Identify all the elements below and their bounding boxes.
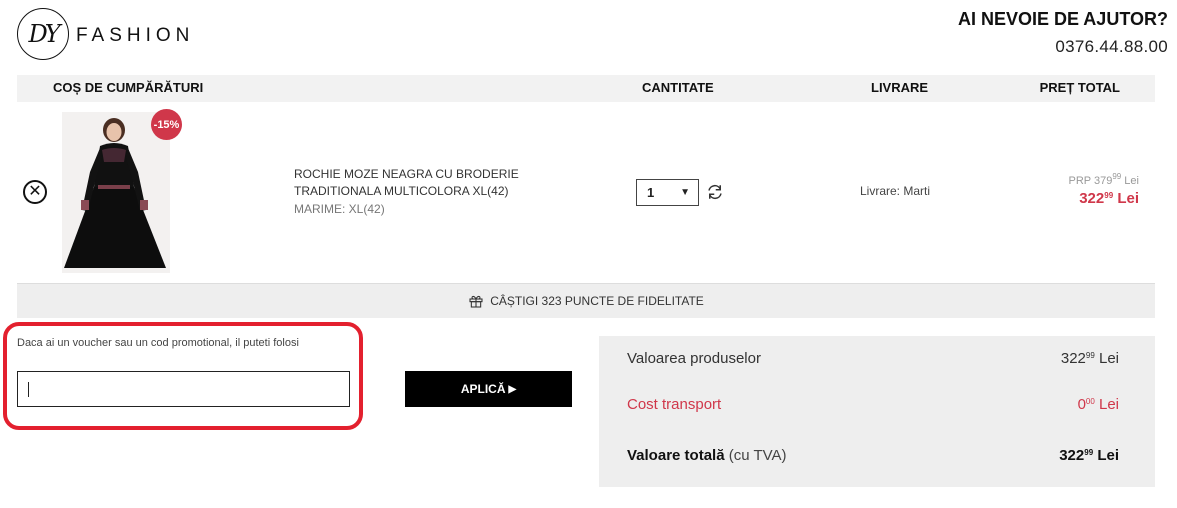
summary-transport-label: Cost transport — [627, 396, 722, 413]
caret-down-icon: ▼ — [680, 187, 690, 198]
refresh-icon[interactable] — [706, 183, 724, 201]
quantity-value: 1 — [647, 185, 655, 200]
text-cursor — [28, 382, 29, 397]
col-cart: COȘ DE CUMPĂRĂTURI — [53, 80, 204, 95]
gift-icon — [469, 295, 483, 308]
help-title: AI NEVOIE DE AJUTOR? — [957, 9, 1168, 29]
voucher-label: Daca ai un voucher sau un cod promotiona… — [17, 337, 299, 349]
summary-total-label: Valoare totală (cu TVA) — [627, 447, 787, 464]
logo-text[interactable]: FASHION — [76, 25, 194, 47]
col-total-price: PREȚ TOTAL — [1039, 80, 1120, 95]
quantity-select[interactable]: 1 ▼ — [636, 179, 699, 206]
caret-right-icon: ▶ — [508, 383, 517, 395]
col-delivery: LIVRARE — [871, 80, 929, 95]
loyalty-points-bar: CÂȘTIGI 323 PUNCTE DE FIDELITATE — [17, 283, 1155, 318]
summary-transport-value: 000 Lei — [1077, 396, 1119, 413]
product-size: MARIME: XL(42) — [294, 202, 385, 216]
summary-products-value: 32299 Lei — [1060, 350, 1119, 367]
recommended-price: PRP 37999 Lei — [1068, 172, 1139, 187]
product-image[interactable] — [62, 112, 170, 273]
discount-badge: -15% — [151, 109, 182, 140]
delivery-day: Livrare: Marti — [860, 184, 931, 198]
logo-monogram[interactable]: DY — [17, 8, 69, 60]
summary-total-value: 32299 Lei — [1059, 447, 1119, 464]
dress-illustration — [62, 112, 170, 273]
loyalty-text: CÂȘTIGI 323 PUNCTE DE FIDELITATE — [490, 294, 704, 308]
help-phone[interactable]: 0376.44.88.00 — [1055, 37, 1168, 57]
voucher-input[interactable] — [17, 371, 350, 407]
apply-voucher-button[interactable]: APLICĂ ▶ — [405, 371, 572, 407]
product-name[interactable]: ROCHIE MOZE NEAGRA CU BRODERIE TRADITION… — [294, 166, 534, 200]
product-price: 32299 Lei — [1079, 190, 1139, 207]
close-circle-icon[interactable]: ✕ — [23, 180, 47, 204]
col-quantity: CANTITATE — [642, 80, 714, 95]
summary-products-label: Valoarea produselor — [627, 350, 761, 367]
apply-button-label: APLICĂ — [460, 382, 506, 396]
